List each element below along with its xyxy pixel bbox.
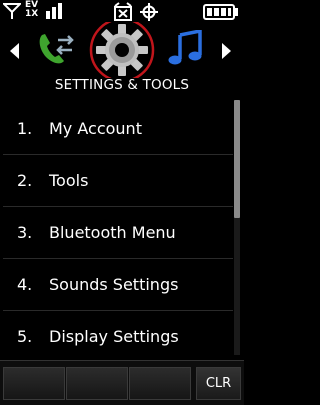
- category-carousel: SETTINGS & TOOLS: [0, 22, 244, 102]
- menu-item-label: Sounds Settings: [49, 275, 179, 294]
- carousel-title: SETTINGS & TOOLS: [54, 77, 190, 93]
- carousel-right-arrow[interactable]: [222, 43, 231, 59]
- menu-item-number: 3.: [17, 223, 33, 242]
- phone-screen: EV 1X SETTINGS & TOOLS 1. My Account 2. …: [0, 0, 244, 405]
- carousel-left-arrow[interactable]: [10, 43, 19, 59]
- softkey-center[interactable]: [66, 367, 128, 400]
- menu-item-label: My Account: [49, 119, 142, 138]
- menu-item-number: 4.: [17, 275, 33, 294]
- status-bar: EV 1X: [0, 0, 244, 24]
- menu-item-label: Tools: [49, 171, 89, 190]
- menu-item-sounds-settings[interactable]: 4. Sounds Settings: [3, 259, 233, 311]
- network-type-indicator: EV 1X: [25, 1, 45, 19]
- menu-item-display-settings[interactable]: 5. Display Settings: [3, 311, 233, 362]
- signal-antenna-icon: [3, 3, 21, 19]
- music-note-icon[interactable]: [168, 30, 204, 66]
- softkey-right[interactable]: [129, 367, 191, 400]
- menu-item-label: Display Settings: [49, 327, 179, 346]
- menu-item-number: 2.: [17, 171, 33, 190]
- settings-gear-icon[interactable]: [88, 22, 156, 78]
- scrollbar-thumb[interactable]: [234, 100, 240, 218]
- menu-item-number: 5.: [17, 327, 33, 346]
- battery-icon: [203, 4, 238, 20]
- network-type-bottom: 1X: [25, 9, 39, 19]
- call-log-icon[interactable]: [36, 31, 76, 67]
- signal-bars-icon: [46, 3, 62, 19]
- menu-item-my-account[interactable]: 1. My Account: [3, 103, 233, 155]
- menu-scrollbar[interactable]: [234, 100, 240, 355]
- menu-item-number: 1.: [17, 119, 33, 138]
- menu-item-bluetooth-menu[interactable]: 3. Bluetooth Menu: [3, 207, 233, 259]
- settings-menu-list: 1. My Account 2. Tools 3. Bluetooth Menu…: [3, 103, 233, 362]
- softkey-bar: CLR: [0, 360, 244, 405]
- menu-item-label: Bluetooth Menu: [49, 223, 176, 242]
- clear-button[interactable]: CLR: [196, 367, 241, 400]
- alarm-icon: [114, 2, 132, 21]
- gps-icon: [140, 3, 158, 21]
- menu-item-tools[interactable]: 2. Tools: [3, 155, 233, 207]
- softkey-left[interactable]: [3, 367, 65, 400]
